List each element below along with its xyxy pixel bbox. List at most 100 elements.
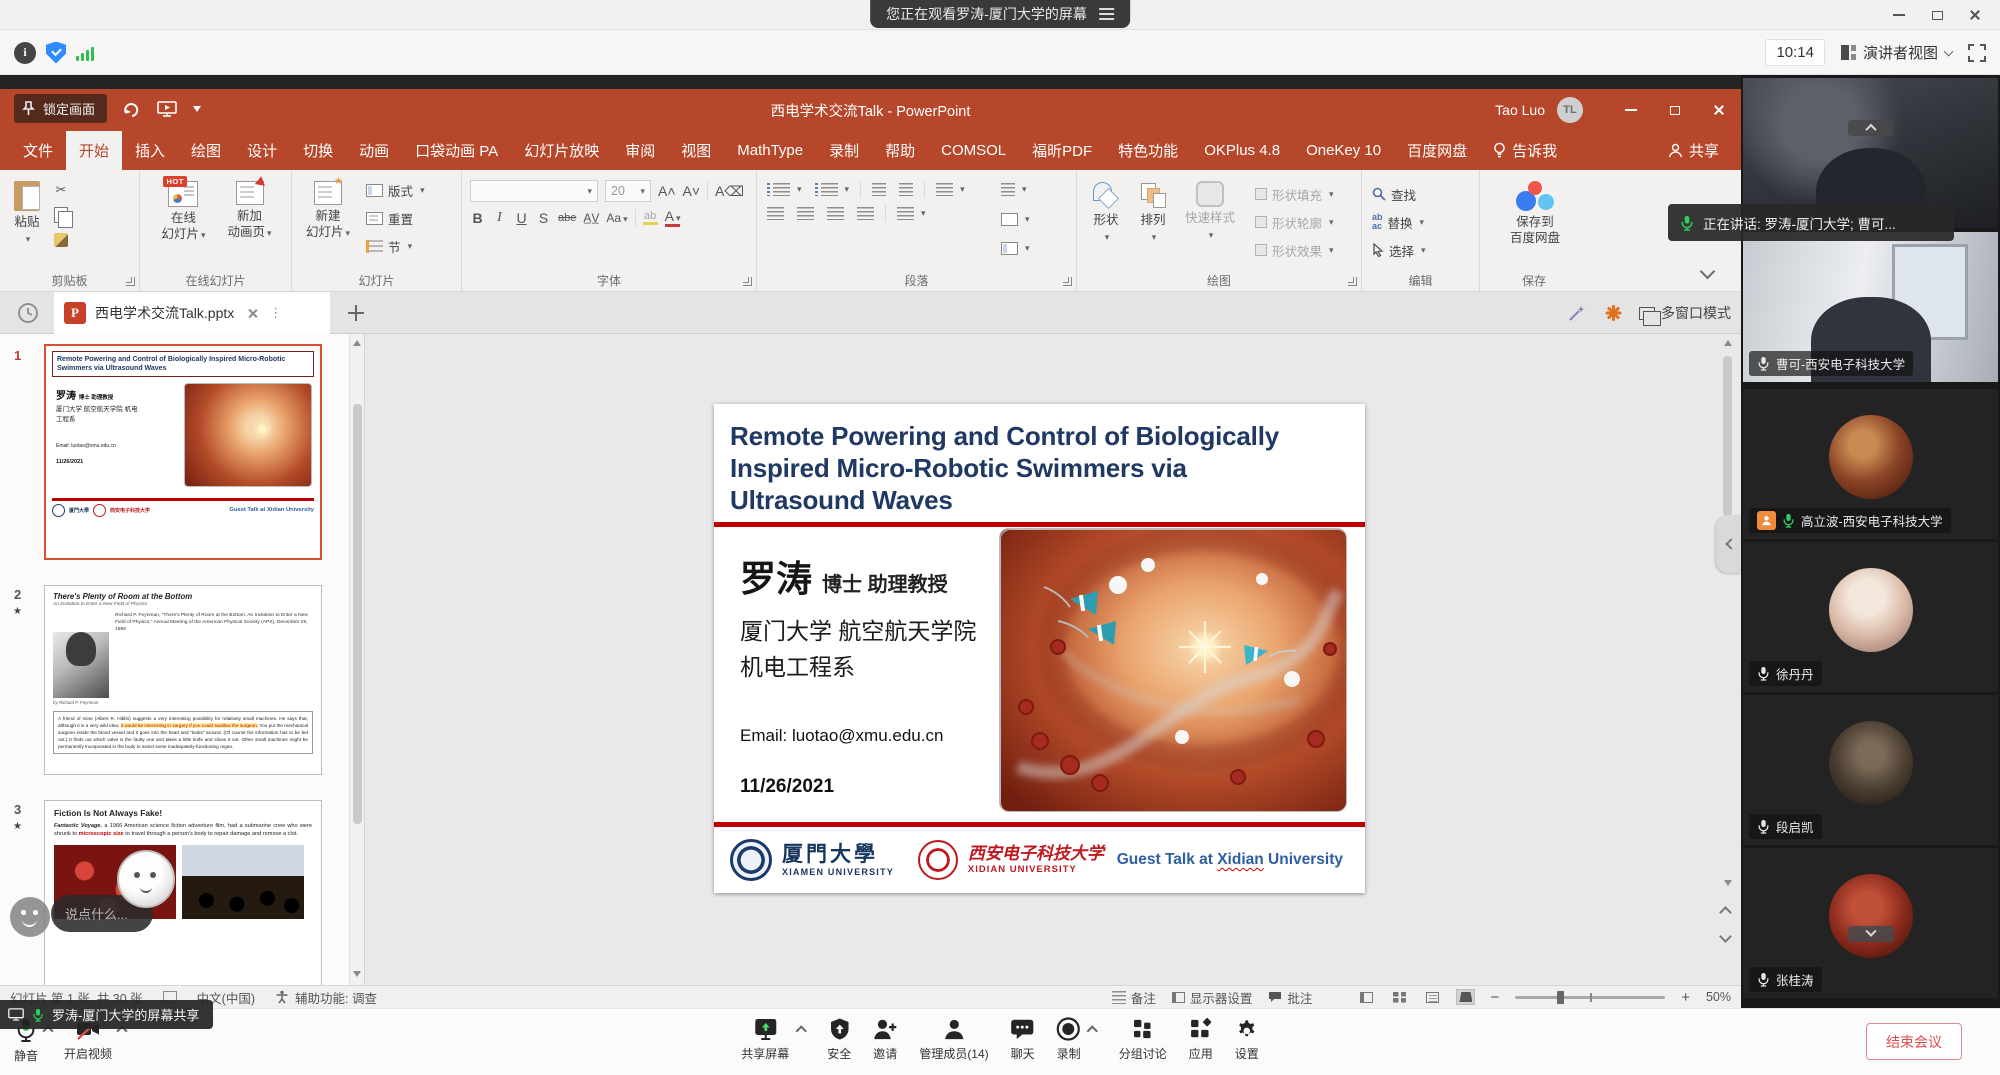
normal-view-button[interactable] [1358,990,1375,1004]
clipboard-dialog-launcher[interactable] [126,277,135,286]
clear-format-button[interactable]: A⌫ [715,183,744,200]
sidebar-collapse-handle[interactable] [1716,515,1741,573]
zoom-level[interactable]: 50% [1706,990,1731,1004]
view-mode-selector[interactable]: 演讲者视图 [1841,42,1952,63]
record-options-icon[interactable] [1087,1025,1098,1036]
share-button[interactable]: 共享 [1655,131,1741,170]
record-button[interactable]: 录制 [1057,1017,1081,1062]
text-direction-button[interactable]: ▾ [999,182,1032,197]
tab-insert[interactable]: 插入 [122,131,178,170]
arrange-button[interactable]: 排列▾ [1133,176,1173,249]
align-right-button[interactable] [825,206,846,221]
speaker-affiliation[interactable]: 厦门大学 航空航天学院 机电工程系 [740,614,990,685]
highlight-color-button[interactable]: ab [643,210,658,225]
scroll-participants-button[interactable] [1848,926,1894,942]
align-center-button[interactable] [795,206,816,221]
speaker-name[interactable]: 罗涛博士 助理教授 [740,550,948,602]
tab-special-features[interactable]: 特色功能 [1105,131,1191,170]
bold-button[interactable]: B [470,210,485,226]
scroll-down-icon[interactable] [1724,880,1732,886]
cut-button[interactable]: ✂ [50,180,72,200]
end-meeting-button[interactable]: 结束会议 [1866,1023,1962,1060]
close-document-icon[interactable] [247,308,258,319]
tab-design[interactable]: 设计 [234,131,290,170]
copy-button[interactable] [50,205,72,225]
section-button[interactable]: 节▾ [364,236,427,257]
decrease-font-button[interactable]: A˅ [683,183,701,199]
participant-tile[interactable]: 张桂涛 [1743,848,1998,998]
slide-thumbnail-3[interactable]: Fiction Is Not Always Fake! Fantastic Vo… [44,800,322,985]
share-options-icon[interactable] [796,1025,807,1036]
security-shield-icon[interactable] [46,42,66,64]
thumbnail-scrollbar[interactable] [349,334,364,985]
increase-font-button[interactable]: A˄ [658,183,676,199]
font-name-combo[interactable]: ▾ [470,180,598,202]
ppt-restore-button[interactable] [1653,89,1697,131]
breakout-rooms-button[interactable]: 分组讨论 [1119,1017,1167,1062]
increase-indent-button[interactable] [897,182,915,197]
format-painter-button[interactable] [50,230,72,250]
tab-record[interactable]: 录制 [816,131,872,170]
align-text-button[interactable]: ▾ [999,212,1032,227]
online-slides-button[interactable]: HOT 在线幻灯片▾ [155,176,211,247]
scroll-down-icon[interactable] [353,971,361,977]
tab-baidu-netdisk[interactable]: 百度网盘 [1394,131,1480,170]
slide-title[interactable]: Remote Powering and Control of Biologica… [730,420,1351,517]
slideshow-view-button[interactable] [1457,990,1474,1004]
chat-button[interactable]: 聊天 [1011,1017,1035,1062]
comments-button[interactable]: 批注 [1268,988,1312,1007]
tab-okplus[interactable]: OKPlus 4.8 [1191,131,1293,170]
chat-avatar[interactable] [117,850,175,908]
shape-outline-button[interactable]: 形状轮廓▾ [1253,212,1336,233]
security-button[interactable]: 安全 [827,1017,851,1062]
slide-editor[interactable]: Remote Powering and Control of Biologica… [714,404,1365,893]
decrease-indent-button[interactable] [870,182,888,197]
zoom-slider-thumb[interactable] [1557,991,1564,1004]
minimize-button[interactable] [1880,0,1918,30]
zoom-in-button[interactable]: + [1681,990,1690,1005]
line-spacing-button[interactable]: ▾ [934,182,967,197]
meeting-info-icon[interactable]: i [14,42,36,64]
network-signal-icon[interactable] [76,45,94,61]
layout-button[interactable]: 版式▾ [364,180,427,201]
tab-file[interactable]: 文件 [10,131,66,170]
new-animation-page-button[interactable]: 新加动画页▾ [222,176,278,245]
scroll-up-icon[interactable] [1724,340,1732,346]
new-slide-button[interactable]: 新建幻灯片▾ [300,176,356,245]
notes-button[interactable]: 备注 [1112,988,1156,1007]
character-spacing-button[interactable]: A̲V̲ [583,211,599,225]
justify-button[interactable] [855,206,876,221]
scroll-up-icon[interactable] [353,340,361,346]
multi-window-mode-button[interactable]: 多窗口模式 [1639,303,1731,323]
magic-wand-icon[interactable] [1567,303,1587,323]
document-tab-menu-icon[interactable]: ⋮ [269,305,283,321]
settings-button[interactable]: 设置 [1235,1017,1259,1062]
tab-draw[interactable]: 绘图 [178,131,234,170]
tab-slideshow[interactable]: 幻灯片放映 [511,131,612,170]
columns-button[interactable]: ▾ [895,206,928,221]
collapse-ribbon-icon[interactable] [1700,264,1716,280]
bullets-button[interactable]: ▾ [765,182,804,197]
slide-thumbnail-1[interactable]: Remote Powering and Control of Biologica… [44,344,322,560]
tab-comsol[interactable]: COMSOL [928,131,1019,170]
replace-button[interactable]: abac 替换▾ [1370,212,1428,233]
participant-tile[interactable]: 徐丹丹 [1743,542,1998,692]
reading-view-button[interactable] [1424,990,1441,1004]
paste-button[interactable]: 粘贴▾ [8,176,46,251]
canvas-scrollbar[interactable] [1720,334,1735,985]
tab-help[interactable]: 帮助 [872,131,928,170]
ppt-minimize-button[interactable] [1609,89,1653,131]
maximize-button[interactable] [1918,0,1956,30]
ppt-close-button[interactable] [1697,89,1741,131]
paragraph-dialog-launcher[interactable] [1063,277,1072,286]
tab-onekey[interactable]: OneKey 10 [1293,131,1394,170]
zoom-slider[interactable] [1515,996,1665,999]
collapse-tiles-button[interactable] [1848,120,1894,136]
find-button[interactable]: 查找 [1370,184,1428,205]
document-tab[interactable]: P 西电学术交流Talk.pptx ⋮ [54,292,330,334]
new-document-tab-button[interactable] [346,303,366,323]
tab-view[interactable]: 视图 [668,131,724,170]
drawing-dialog-launcher[interactable] [1348,277,1357,286]
accessibility-status[interactable]: 辅助功能: 调查 [275,988,377,1007]
tab-animations[interactable]: 动画 [346,131,402,170]
